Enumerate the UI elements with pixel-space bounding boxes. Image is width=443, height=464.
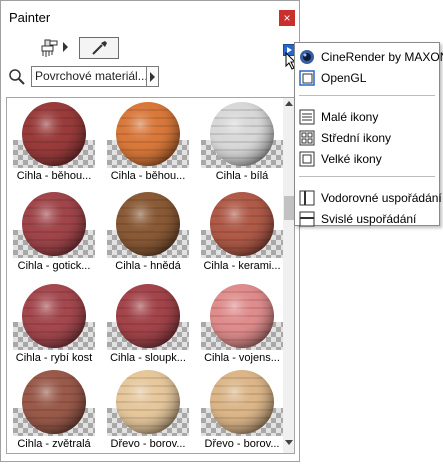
- menu-item-label: Velké ikony: [321, 152, 382, 166]
- menu-item-cinerender[interactable]: CineRender by MAXON: [297, 47, 443, 67]
- tool-row: [1, 37, 299, 61]
- material-swatch: [107, 190, 189, 258]
- material-swatch: [107, 282, 189, 350]
- material-label: Cihla - rybí kost: [15, 352, 93, 364]
- menu-item-label: OpenGL: [321, 71, 367, 85]
- material-tile[interactable]: Cihla - běhou...: [7, 100, 101, 192]
- material-label: Cihla - vojens...: [204, 352, 280, 364]
- menu-item-label: Střední ikony: [321, 131, 392, 145]
- material-tile[interactable]: Cihla - hnědá: [101, 190, 195, 282]
- material-tile[interactable]: Cihla - bílá: [195, 100, 289, 192]
- menu-item-mediums-icon[interactable]: Střední ikony: [297, 128, 437, 148]
- material-swatch: [201, 190, 283, 258]
- menu-separator: [299, 95, 435, 96]
- medium-icons-icon: [299, 130, 315, 146]
- material-tile[interactable]: Dřevo - borov...: [195, 368, 289, 453]
- material-tile[interactable]: Dřevo - borov...: [101, 368, 195, 453]
- material-label: Dřevo - borov...: [110, 438, 186, 450]
- material-label: Cihla - sloupk...: [110, 352, 186, 364]
- filter-dropdown-arrow[interactable]: [147, 66, 159, 87]
- paintbrush-icon[interactable]: [39, 37, 63, 59]
- menu-item-horizontal-layout[interactable]: Vodorovné uspořádání: [297, 188, 442, 208]
- cinerender-icon: [299, 49, 315, 65]
- menu-item-label: Svislé uspořádání: [321, 212, 417, 226]
- material-label: Dřevo - borov...: [204, 438, 280, 450]
- menu-item-vertical-layout[interactable]: Svislé uspořádání: [297, 209, 437, 229]
- menu-item-smalls-icon[interactable]: Malé ikony: [297, 107, 437, 127]
- material-label: Cihla - gotick...: [17, 260, 91, 272]
- options-menu: CineRender by MAXON OpenGL Malé ikony Střed…: [294, 42, 443, 229]
- eyedropper-button[interactable]: [79, 37, 119, 59]
- material-label: Cihla - běhou...: [16, 170, 92, 182]
- vertical-layout-icon: [299, 211, 315, 227]
- search-icon[interactable]: [8, 68, 26, 86]
- material-tile[interactable]: Cihla - gotick...: [7, 190, 101, 282]
- search-row: Povrchové materiál...: [1, 65, 299, 89]
- close-button[interactable]: ×: [279, 10, 295, 26]
- material-swatch: [13, 100, 95, 168]
- brush-menu-arrow-icon[interactable]: [63, 42, 68, 52]
- material-tile[interactable]: Cihla - rybí kost: [7, 282, 101, 374]
- material-swatch: [201, 100, 283, 168]
- material-swatch: [13, 190, 95, 258]
- scroll-down-icon[interactable]: [285, 440, 293, 445]
- large-icons-icon: [299, 151, 315, 167]
- material-label: Cihla - hnědá: [115, 260, 181, 272]
- palette-title: Painter: [9, 10, 51, 25]
- material-tile[interactable]: Cihla - vojens...: [195, 282, 289, 374]
- scroll-thumb[interactable]: [284, 196, 294, 220]
- small-icons-icon: [299, 109, 315, 125]
- material-label: Cihla - bílá: [215, 170, 269, 182]
- material-swatch: [13, 282, 95, 350]
- opengl-icon: [299, 70, 315, 86]
- menu-item-opengl[interactable]: OpenGL: [297, 68, 437, 88]
- scroll-up-icon[interactable]: [285, 101, 293, 106]
- material-label: Cihla - kerami...: [203, 260, 281, 272]
- menu-separator: [299, 176, 435, 177]
- material-grid: Cihla - běhou... Cihla - běhou... Cihla - …: [6, 97, 295, 454]
- painter-palette: Painter × Povrchové materiál... Cihla - …: [0, 0, 300, 462]
- title-bar[interactable]: Painter ×: [1, 1, 299, 35]
- horizontal-layout-icon: [299, 190, 315, 206]
- material-swatch: [107, 368, 189, 436]
- menu-item-label: CineRender by MAXON: [321, 50, 443, 64]
- material-tile[interactable]: Cihla - sloupk...: [101, 282, 195, 374]
- material-label: Cihla - běhou...: [110, 170, 186, 182]
- material-tile[interactable]: Cihla - běhou...: [101, 100, 195, 192]
- material-tile[interactable]: Cihla - kerami...: [195, 190, 289, 282]
- menu-item-label: Malé ikony: [321, 110, 379, 124]
- material-label: Cihla - zvětralá: [17, 438, 91, 450]
- menu-item-label: Vodorovné uspořádání: [321, 191, 442, 205]
- material-tile[interactable]: Cihla - zvětralá: [7, 368, 101, 453]
- material-swatch: [107, 100, 189, 168]
- material-filter-dropdown[interactable]: Povrchové materiál...: [31, 66, 147, 87]
- material-swatch: [13, 368, 95, 436]
- material-swatch: [201, 368, 283, 436]
- material-swatch: [201, 282, 283, 350]
- menu-item-larges-icon[interactable]: Velké ikony: [297, 149, 437, 169]
